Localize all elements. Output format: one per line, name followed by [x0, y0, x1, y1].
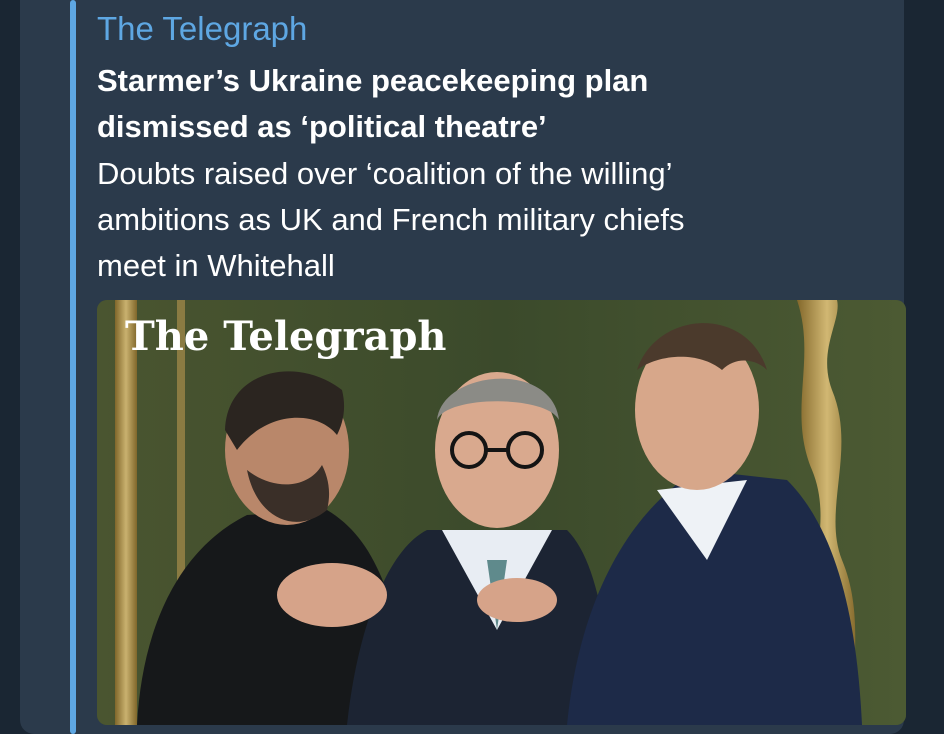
link-preview[interactable]: The Telegraph Starmer’s Ukraine peacekee…: [70, 0, 906, 734]
headline-line-2: dismissed as ‘political theatre’: [97, 109, 547, 144]
description-line-2: ambitions as UK and French military chie…: [97, 202, 685, 237]
message-bubble: The Telegraph Starmer’s Ukraine peacekee…: [20, 0, 906, 734]
image-watermark-logo: The Telegraph: [125, 313, 447, 360]
description-line-3: meet in Whitehall: [97, 248, 335, 283]
preview-image[interactable]: The Telegraph: [97, 300, 906, 725]
news-photo-illustration: The Telegraph: [97, 300, 906, 725]
description-line-1: Doubts raised over ‘coalition of the wil…: [97, 156, 673, 191]
preview-site-name[interactable]: The Telegraph: [97, 10, 307, 48]
preview-headline[interactable]: Starmer’s Ukraine peacekeeping plan dism…: [97, 58, 897, 150]
preview-description: Doubts raised over ‘coalition of the wil…: [97, 151, 897, 289]
headline-line-1: Starmer’s Ukraine peacekeeping plan: [97, 63, 649, 98]
preview-accent-bar: [70, 0, 76, 734]
